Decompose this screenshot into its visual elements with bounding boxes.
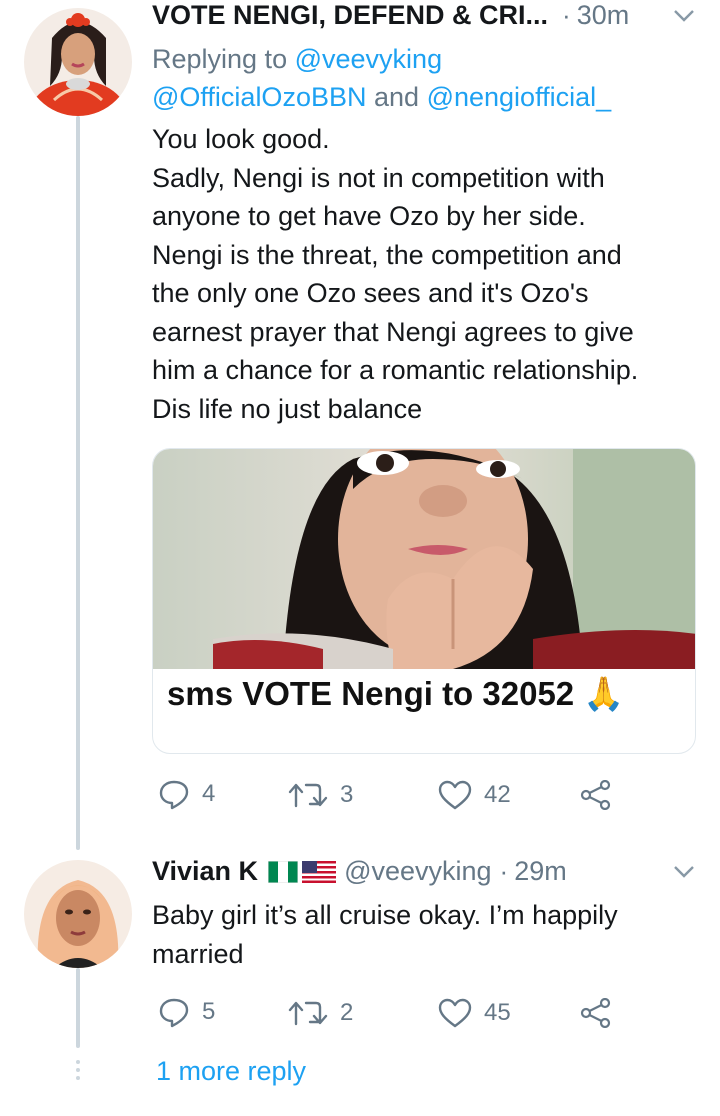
author-name[interactable]: Vivian K: [152, 856, 258, 887]
media-card[interactable]: sms VOTE Nengi to 32052 🙏: [152, 448, 696, 754]
author-flags: [268, 861, 337, 883]
mention-link[interactable]: @veevyking: [295, 44, 442, 74]
reply-count: 4: [202, 780, 216, 807]
card-caption: sms VOTE Nengi to 32052 🙏: [167, 675, 625, 712]
like-button[interactable]: 45: [438, 998, 511, 1028]
us-flag-icon: [302, 861, 337, 883]
tweet[interactable]: VOTE NENGI, DEFEND & CRI... · 30m Replyi…: [152, 0, 702, 810]
like-icon: [438, 780, 472, 810]
retweet-button[interactable]: 2: [288, 998, 353, 1028]
tweet-header: Vivian K @veevyking · 29m: [152, 856, 702, 896]
like-count: 42: [484, 781, 511, 808]
author-name[interactable]: VOTE NENGI, DEFEND & CRI...: [152, 0, 548, 31]
retweet-button[interactable]: 3: [288, 780, 353, 810]
mention-link[interactable]: @nengiofficial_: [427, 82, 612, 112]
nigeria-flag-icon: [268, 861, 299, 883]
author-handle[interactable]: @veevyking: [344, 856, 491, 887]
avatar[interactable]: [24, 860, 132, 968]
tweet-text: Baby girl it’s all cruise okay. I’m happ…: [152, 900, 618, 969]
share-icon: [580, 998, 611, 1028]
share-button[interactable]: [580, 998, 612, 1028]
share-icon: [580, 780, 611, 810]
reply-button[interactable]: 5: [158, 996, 215, 1028]
like-count: 45: [484, 999, 511, 1026]
timestamp[interactable]: 29m: [514, 856, 567, 887]
separator: ·: [499, 856, 509, 886]
thread-dots: [76, 1060, 80, 1084]
tweet-text: You look good. Sadly, Nengi is not in co…: [152, 124, 639, 424]
retweet-icon: [288, 783, 328, 808]
thread-line: [76, 968, 80, 1048]
tweet-header: VOTE NENGI, DEFEND & CRI... · 30m: [152, 0, 702, 40]
reply-icon: [159, 780, 189, 810]
thread-line: [76, 116, 80, 850]
reply-button[interactable]: 4: [158, 778, 215, 810]
timestamp[interactable]: 30m: [577, 0, 630, 31]
reply-count: 5: [202, 998, 216, 1025]
mention-link[interactable]: @OfficialOzoBBN: [152, 82, 366, 112]
retweet-count: 2: [340, 999, 354, 1026]
share-button[interactable]: [580, 780, 612, 810]
avatar[interactable]: [24, 8, 132, 116]
tweet[interactable]: Vivian K @veevyking · 29m Baby girl it’s…: [152, 856, 702, 1028]
separator: ·: [562, 0, 571, 30]
chevron-down-icon[interactable]: [672, 8, 696, 29]
replying-to: Replying to @veevyking @OfficialOzoBBN a…: [152, 44, 612, 112]
retweet-count: 3: [340, 781, 354, 808]
chevron-down-icon[interactable]: [672, 864, 696, 885]
like-button[interactable]: 42: [438, 780, 511, 810]
retweet-icon: [288, 1001, 328, 1026]
like-icon: [438, 998, 472, 1028]
card-image[interactable]: [153, 449, 696, 669]
more-replies-link[interactable]: 1 more reply: [156, 1056, 306, 1087]
reply-icon: [159, 998, 189, 1028]
